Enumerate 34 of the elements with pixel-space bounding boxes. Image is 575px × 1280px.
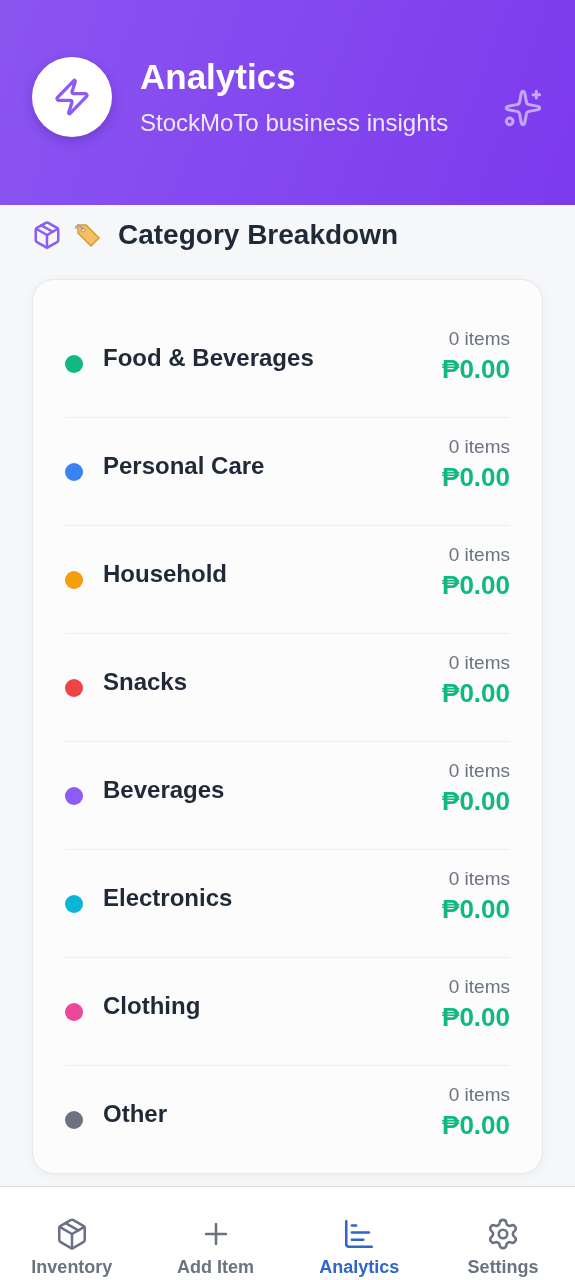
nav-tab[interactable]: Add Item — [155, 1187, 276, 1280]
category-value: ₱0.00 — [442, 786, 510, 817]
nav-tab[interactable]: Settings — [443, 1187, 564, 1280]
category-value: ₱0.00 — [442, 354, 510, 385]
nav-tab[interactable]: Inventory — [11, 1187, 132, 1280]
category-value: ₱0.00 — [442, 462, 510, 493]
item-count: 0 items — [448, 544, 510, 566]
item-count: 0 items — [448, 1084, 510, 1106]
category-name: Personal Care — [103, 451, 266, 480]
sparkles-icon — [503, 88, 543, 128]
category-name: Electronics — [103, 883, 234, 912]
category-value: ₱0.00 — [442, 1110, 510, 1141]
category-name: Clothing — [103, 991, 202, 1020]
category-value: ₱0.00 — [442, 678, 510, 709]
item-count: 0 items — [448, 976, 510, 998]
category-name: Household — [103, 559, 228, 588]
item-count: 0 items — [448, 868, 510, 890]
nav-tab[interactable]: Analytics — [299, 1187, 420, 1280]
item-count: 0 items — [448, 652, 510, 674]
page-subtitle: StockMoTo business insights — [140, 108, 450, 137]
category-value: ₱0.00 — [442, 894, 510, 925]
package-icon — [32, 220, 62, 250]
lightning-icon — [52, 76, 92, 117]
item-count: 0 items — [448, 760, 510, 782]
item-count: 0 items — [448, 436, 510, 458]
category-name: Food & Beverages — [103, 343, 315, 372]
category-value: ₱0.00 — [442, 570, 510, 601]
item-count: 0 items — [448, 328, 510, 350]
category-name: Snacks — [103, 667, 189, 696]
page-title: Analytics — [140, 56, 297, 97]
section-title: Category Breakdown — [118, 219, 399, 251]
category-name: Other — [103, 1099, 168, 1128]
category-name: Beverages — [103, 775, 226, 804]
category-value: ₱0.00 — [442, 1002, 510, 1033]
